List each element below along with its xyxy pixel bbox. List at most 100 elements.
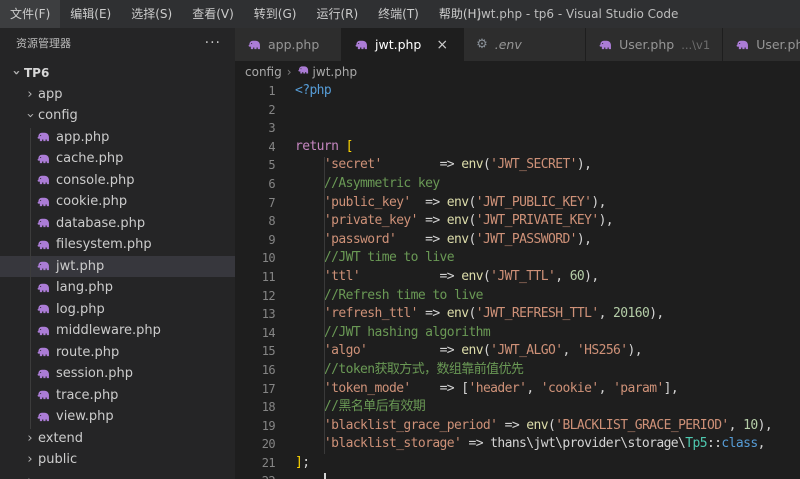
line-number: 10	[261, 251, 276, 266]
code-line[interactable]: 10 //JWT time to live	[235, 249, 800, 268]
code-line[interactable]: 8 'private_key' => env('JWT_PRIVATE_KEY'…	[235, 212, 800, 231]
tree-item-app[interactable]: › app	[0, 84, 235, 106]
code-line[interactable]: 2	[235, 101, 800, 120]
tree-item-console-php[interactable]: console.php	[0, 170, 235, 192]
line-number: 20	[261, 437, 276, 452]
tree-item-log-php[interactable]: log.php	[0, 299, 235, 321]
code-editor[interactable]: 1 <?php 2 3 4 return [5 'secret' => env('JWT_…	[235, 82, 800, 479]
code-line[interactable]: 14 //JWT hashing algorithm	[235, 324, 800, 343]
line-number: 18	[261, 400, 276, 415]
tree-item-view-php[interactable]: view.php	[0, 406, 235, 428]
tree-item-extend[interactable]: › extend	[0, 428, 235, 450]
tree-item-label: cache.php	[56, 151, 124, 167]
tab-label: app.php	[268, 37, 320, 52]
php-icon	[736, 40, 749, 49]
breadcrumb-chevron-icon: ›	[286, 64, 292, 79]
php-icon	[37, 412, 49, 421]
tree-item-label: trace.php	[56, 387, 119, 403]
code-line[interactable]: 9 'password' => env('JWT_PASSWORD'),	[235, 231, 800, 250]
tree-item-app-php[interactable]: app.php	[0, 127, 235, 149]
code-text: 'blacklist_grace_period' => env('BLACKLI…	[323, 417, 773, 433]
menu-item[interactable]: 选择(S)	[121, 0, 182, 28]
tree-item-label: route.php	[56, 344, 120, 360]
gear-icon: ⚙	[476, 37, 488, 52]
tab-user-php[interactable]: User.php	[723, 28, 800, 61]
tree-item-database-php[interactable]: database.php	[0, 213, 235, 235]
code-line[interactable]: 17 'token_mode' => ['header', 'cookie', …	[235, 380, 800, 399]
code-line[interactable]: 15 'algo' => env('JWT_ALGO', 'HS256'),	[235, 342, 800, 361]
code-line[interactable]: 1 <?php	[235, 82, 800, 101]
code-line[interactable]: 18 //黑名单后有效期	[235, 398, 800, 417]
code-text: //Asymmetric key	[323, 175, 440, 191]
menu-item[interactable]: 文件(F)	[0, 0, 61, 28]
close-icon[interactable]: ×	[433, 37, 451, 53]
tree-item-config[interactable]: › config	[0, 105, 235, 127]
code-text: 'blacklist_storage' => thans\jwt\provide…	[323, 436, 765, 452]
code-text: return [	[295, 138, 353, 154]
code-line[interactable]: 3	[235, 119, 800, 138]
code-line[interactable]: 20 'blacklist_storage' => thans\jwt\prov…	[235, 435, 800, 454]
code-text: //JWT time to live	[323, 250, 455, 266]
php-icon	[599, 40, 612, 49]
title-bar: 文件(F) 编辑(E) 选择(S) 查看(V) 转到(G) 运行(R) 终端(T) 帮助(H)…	[0, 0, 800, 28]
php-icon	[37, 197, 49, 206]
tree-item-label: public	[38, 452, 78, 468]
menu-item[interactable]: 终端(T)	[368, 0, 429, 28]
tree-item-trace-php[interactable]: trace.php	[0, 385, 235, 407]
menu-item[interactable]: 运行(R)	[306, 0, 368, 28]
menu-item[interactable]: 转到(G)	[244, 0, 307, 28]
tree-item-route-php[interactable]: route.php	[0, 342, 235, 364]
code-line[interactable]: 11 'ttl' => env('JWT_TTL', 60),	[235, 268, 800, 287]
breadcrumb-file[interactable]: jwt.php	[313, 65, 358, 79]
code-line[interactable]: 21];	[235, 454, 800, 473]
line-number: 5	[268, 158, 275, 173]
tree-item-cache-php[interactable]: cache.php	[0, 148, 235, 170]
menu-bar: 文件(F) 编辑(E) 选择(S) 查看(V) 转到(G) 运行(R) 终端(T) 帮助(H)	[0, 0, 491, 28]
tree-item-middleware-php[interactable]: middleware.php	[0, 320, 235, 342]
php-icon	[37, 283, 49, 292]
tab-user-php[interactable]: User.php ...\v1	[586, 28, 724, 61]
php-icon	[37, 304, 49, 314]
tab-env[interactable]: ⚙ .env	[464, 28, 587, 61]
tree-item-label: filesystem.php	[56, 237, 152, 253]
tree-item-label: extend	[38, 430, 84, 446]
tree-item-session-php[interactable]: session.php	[0, 363, 235, 385]
chevron-down-icon: ›	[22, 113, 38, 119]
tab-app-php[interactable]: app.php	[235, 28, 342, 61]
tree-item-filesystem-php[interactable]: filesystem.php	[0, 234, 235, 256]
code-line[interactable]: 7 'public_key' => env('JWT_PUBLIC_KEY'),	[235, 194, 800, 213]
php-icon	[37, 390, 49, 400]
code-line[interactable]: 6 //Asymmetric key	[235, 175, 800, 194]
chevron-right-icon: ›	[27, 452, 33, 468]
code-text: 'algo' => env('JWT_ALGO', 'HS256'),	[323, 343, 643, 359]
line-number: 3	[268, 121, 275, 136]
php-icon	[297, 64, 313, 79]
php-icon	[37, 261, 49, 271]
line-number: 22	[235, 472, 276, 479]
code-line[interactable]: 19 'blacklist_grace_period' => env('BLAC…	[235, 417, 800, 436]
menu-item[interactable]: 查看(V)	[182, 0, 244, 28]
breadcrumb-folder[interactable]: config	[245, 65, 282, 79]
code-text: //黑名单后有效期	[323, 399, 426, 415]
line-number: 15	[261, 344, 276, 359]
code-line[interactable]: 22	[235, 472, 800, 479]
php-icon	[37, 240, 49, 249]
tab-jwt-php[interactable]: jwt.php ×	[342, 28, 465, 61]
tree-item-lang-php[interactable]: lang.php	[0, 277, 235, 299]
tree-item-label: config	[38, 108, 78, 124]
tree-item-partial[interactable]: ›	[0, 471, 235, 479]
code-line[interactable]: 5 'secret' => env('JWT_SECRET'),	[235, 156, 800, 175]
code-line[interactable]: 16 //token获取方式，数组靠前值优先	[235, 361, 800, 380]
chevron-right-icon: ›	[22, 474, 38, 479]
tree-item-public[interactable]: › public	[0, 449, 235, 471]
line-number: 1	[268, 84, 275, 98]
tree-item-cookie-php[interactable]: cookie.php	[0, 191, 235, 213]
line-number: 6	[268, 176, 275, 191]
code-line[interactable]: 4 return [	[235, 138, 800, 157]
code-line[interactable]: 13 'refresh_ttl' => env('JWT_REFRESH_TTL…	[235, 305, 800, 324]
tree-item-tp6[interactable]: › TP6	[0, 62, 235, 84]
menu-item[interactable]: 编辑(E)	[60, 0, 121, 28]
tree-item-jwt-php[interactable]: jwt.php	[0, 255, 235, 277]
more-actions-icon[interactable]: ···	[205, 35, 221, 51]
code-line[interactable]: 12 //Refresh time to live	[235, 287, 800, 306]
